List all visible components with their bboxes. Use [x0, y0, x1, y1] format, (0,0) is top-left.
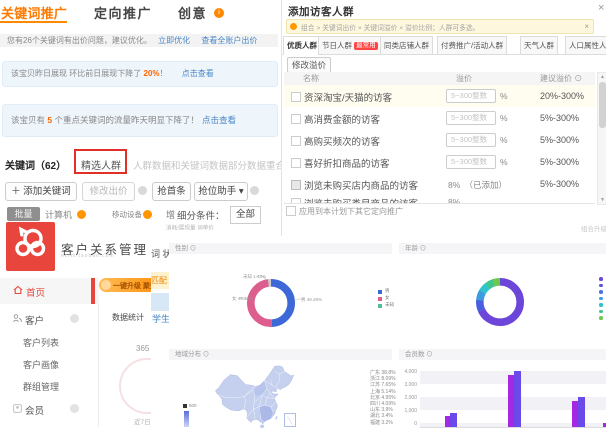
svg-text:未知 1.43%: 未知 1.43% — [243, 273, 266, 280]
svg-text:男 49.29%: 男 49.29% — [301, 297, 322, 303]
svg-text:女 49.28%: 女 49.28% — [232, 295, 253, 302]
